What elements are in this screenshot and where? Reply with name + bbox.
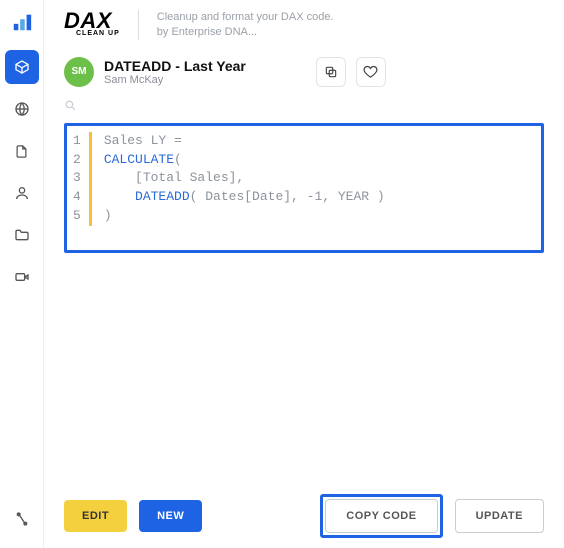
sidebar-item-file[interactable] [5, 134, 39, 168]
sidebar-item-video[interactable] [5, 260, 39, 294]
header-divider [138, 10, 139, 40]
code-body: Sales LY = CALCULATE( [Total Sales], DAT… [94, 132, 385, 226]
title-row: SM DATEADD - Last Year Sam McKay [64, 57, 544, 87]
sidebar-item-user[interactable] [5, 176, 39, 210]
code-text: ( Dates[Date], -1, YEAR ) [190, 189, 385, 204]
line-number: 2 [73, 151, 81, 170]
brand-name: DAX [64, 10, 120, 32]
app-logo [8, 8, 36, 36]
code-editor[interactable]: 1 2 3 4 5 Sales LY = CALCULATE( [Total S… [64, 123, 544, 253]
code-text: Sales LY = [104, 133, 182, 148]
sidebar-item-globe[interactable] [5, 92, 39, 126]
doc-author: Sam McKay [104, 74, 246, 86]
copy-code-highlight: COPY CODE [320, 494, 442, 538]
bottom-bar: EDIT NEW COPY CODE UPDATE [64, 494, 544, 538]
main-content: DAX CLEAN UP Cleanup and format your DAX… [44, 0, 564, 548]
header: DAX CLEAN UP Cleanup and format your DAX… [64, 10, 544, 41]
brand-sub: CLEAN UP [76, 30, 120, 37]
code-text: ( [174, 152, 182, 167]
code-text: [Total Sales], [104, 170, 244, 185]
line-number: 4 [73, 188, 81, 207]
gutter-bar [89, 132, 92, 226]
tagline-line-1: Cleanup and format your DAX code. [157, 10, 334, 25]
new-button[interactable]: NEW [139, 500, 202, 532]
sidebar-item-folder[interactable] [5, 218, 39, 252]
update-button[interactable]: UPDATE [455, 499, 544, 533]
sidebar [0, 0, 44, 548]
doc-title: DATEADD - Last Year [104, 58, 246, 74]
copy-code-button[interactable]: COPY CODE [325, 499, 437, 533]
edit-button[interactable]: EDIT [64, 500, 127, 532]
tagline-line-2: by Enterprise DNA... [157, 25, 334, 40]
favorite-button[interactable] [356, 57, 386, 87]
code-keyword: CALCULATE [104, 152, 174, 167]
line-number: 1 [73, 132, 81, 151]
copy-icon-button[interactable] [316, 57, 346, 87]
title-block: DATEADD - Last Year Sam McKay [104, 58, 246, 86]
line-number: 3 [73, 169, 81, 188]
avatar: SM [64, 57, 94, 87]
code-keyword: DATEADD [104, 189, 190, 204]
dax-brand: DAX CLEAN UP [64, 10, 120, 37]
sidebar-item-settings[interactable] [5, 502, 39, 536]
line-number: 5 [73, 207, 81, 226]
sidebar-item-box[interactable] [5, 50, 39, 84]
code-text: ) [104, 208, 112, 223]
line-gutter: 1 2 3 4 5 [67, 132, 89, 226]
search-icon[interactable] [64, 99, 544, 117]
tagline: Cleanup and format your DAX code. by Ent… [157, 10, 334, 41]
title-actions [316, 57, 386, 87]
